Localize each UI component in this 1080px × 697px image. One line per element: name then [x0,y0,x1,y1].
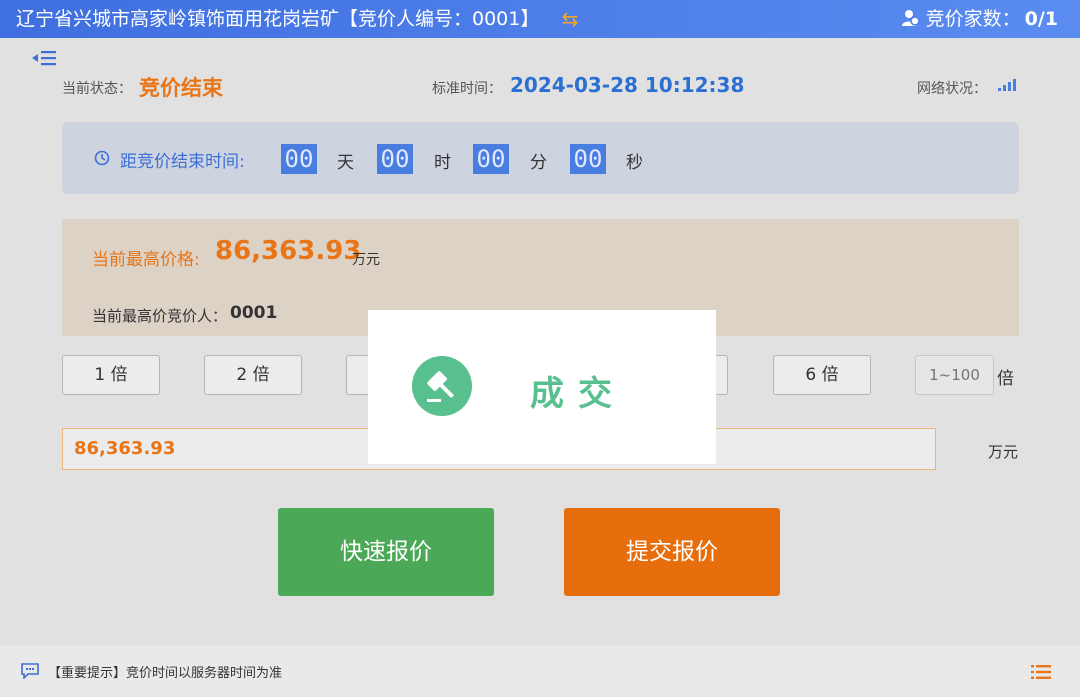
multiplier-6-button[interactable]: 6 倍 [773,355,871,395]
quick-bid-button[interactable]: 快速报价 [278,508,494,596]
collapse-menu-icon[interactable] [30,47,58,69]
deal-result-text: 成交 [530,374,626,414]
multiplier-2-button[interactable]: 2 倍 [204,355,302,395]
signal-icon [998,79,1016,91]
status-row: 当前状态： 竞价结束 标准时间： 2024-03-28 10:12:38 网络状… [0,70,1080,100]
state-label: 当前状态： [62,81,132,97]
submit-bid-button[interactable]: 提交报价 [564,508,780,596]
main-panel: 当前状态： 竞价结束 标准时间： 2024-03-28 10:12:38 网络状… [0,38,1080,645]
important-tip: 【重要提示】竞价时间以服务器时间为准 [48,666,283,681]
days-unit: 天 [337,153,354,173]
countdown-box: 距竞价结束时间: 00 天 00 时 00 分 00 秒 [62,122,1019,194]
top-header: 辽宁省兴城市高家岭镇饰面用花岗岩矿【竞价人编号：0001】 ⇆ 竞价家数： 0/1 [0,0,1080,38]
countdown-seconds: 00 [570,144,606,174]
countdown-label: 距竞价结束时间: [120,152,245,172]
network-label: 网络状况： [917,81,987,97]
gavel-icon [412,356,472,416]
list-menu-icon[interactable] [1031,665,1051,679]
message-icon [21,663,39,679]
highest-price-unit: 万元 [352,252,380,268]
highest-price-label: 当前最高价格: [92,250,200,270]
bidder-count-label: 竞价家数： [925,8,1021,30]
state-value: 竞价结束 [139,76,223,100]
bidder-count-value: 0/1 [1024,8,1058,30]
custom-multiplier-input[interactable] [915,355,994,395]
deal-result-modal: 成交 [368,310,716,464]
hours-unit: 时 [434,153,451,173]
bidder-count: 竞价家数： 0/1 [901,6,1058,32]
swap-arrows-icon[interactable]: ⇆ [558,5,582,33]
seconds-unit: 秒 [626,153,643,173]
clock-icon [94,150,110,166]
countdown-hours: 00 [377,144,413,174]
countdown-minutes: 00 [473,144,509,174]
minutes-unit: 分 [530,153,547,173]
server-time: 2024-03-28 10:12:38 [510,73,745,97]
multiplier-1-button[interactable]: 1 倍 [62,355,160,395]
time-label: 标准时间： [432,81,502,97]
auction-title: 辽宁省兴城市高家岭镇饰面用花岗岩矿【竞价人编号：0001】 [16,8,540,30]
footer-bar: 【重要提示】竞价时间以服务器时间为准 [0,645,1080,697]
countdown-days: 00 [281,144,317,174]
highest-bidder-label: 当前最高价竞价人： [92,307,228,325]
highest-bidder-value: 0001 [230,303,278,323]
users-icon [901,10,920,26]
bid-unit: 万元 [988,443,1019,461]
custom-multiplier-suffix: 倍 [997,369,1014,389]
highest-price-value: 86,363.93 [215,236,362,266]
